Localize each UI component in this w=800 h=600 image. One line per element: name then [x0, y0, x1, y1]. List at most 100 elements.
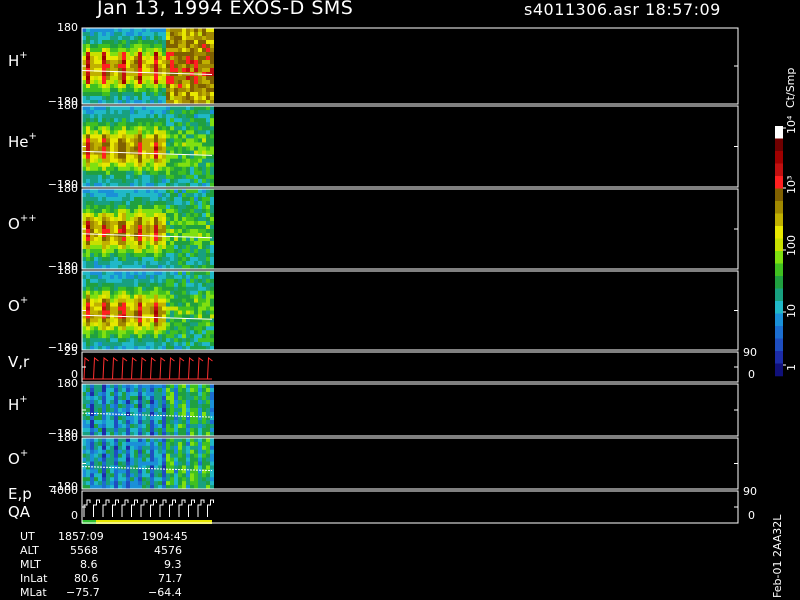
spectrogram-cell [162, 318, 166, 323]
spectrogram-cell [134, 453, 138, 459]
spectrogram-cell [210, 189, 214, 194]
spectrogram-cell [202, 209, 206, 214]
spectrogram-cell [210, 76, 214, 81]
spectrogram-cell [122, 290, 126, 296]
spectrogram-cell [82, 114, 86, 119]
spectrogram-cell [182, 330, 186, 335]
spectrogram-cell [162, 481, 166, 486]
spectrogram-cell [110, 438, 114, 443]
spectrogram-cell [138, 253, 142, 258]
spectrogram-cell [106, 162, 110, 168]
spectrogram-cell [98, 80, 102, 85]
spectrogram-cell [118, 445, 122, 451]
spectrogram-cell [118, 44, 122, 49]
spectrogram-cell [186, 286, 190, 292]
spectrogram-cell [170, 469, 174, 474]
spectrogram-cell [206, 142, 210, 147]
spectrogram-cell [202, 36, 206, 41]
spectrogram-cell [106, 138, 110, 143]
spectrogram-cell [170, 408, 174, 413]
spectrogram-cell [194, 278, 198, 284]
spectrogram-cell [110, 334, 114, 339]
spectrogram-cell [166, 118, 170, 123]
spectrogram-cell [194, 233, 198, 238]
spectrogram-cell [178, 229, 182, 234]
spectrogram-cell [106, 424, 110, 429]
spectrogram-cell [126, 342, 130, 347]
spectrogram-cell [210, 130, 214, 135]
spectrogram-cell [210, 274, 214, 280]
spectrogram-cell [110, 170, 114, 176]
spectrogram-cell [94, 28, 98, 33]
spectrogram-cell [86, 481, 90, 486]
spectrogram-cell [206, 330, 210, 335]
spectrogram-cell [210, 233, 214, 238]
spectrogram-cell [122, 306, 126, 311]
spectrogram-cell [110, 294, 114, 300]
spectrogram-cell [210, 221, 214, 226]
spectrogram-cell [194, 477, 198, 482]
spectrogram-cell [170, 189, 174, 194]
spectrogram-cell [170, 318, 174, 323]
spectrogram-cell [110, 278, 114, 284]
spectrogram-cell [90, 64, 94, 69]
panel-label-qa: QA [8, 503, 31, 521]
spectrogram-cell [118, 310, 122, 315]
spectrogram-cell [170, 106, 174, 111]
spectrogram-cell [146, 306, 150, 311]
spectrogram-cell [118, 158, 122, 164]
spectrogram-cell [138, 445, 142, 451]
spectrogram-cell [82, 453, 86, 459]
colorbar-swatch [775, 263, 783, 277]
spectrogram-cell [94, 400, 98, 405]
spectrogram-cell [110, 392, 114, 397]
spectrogram-cell [190, 130, 194, 135]
spectrogram-cell [206, 174, 210, 180]
spectrogram-cell [134, 404, 138, 409]
spectrogram-cell [110, 322, 114, 327]
spectrogram-cell [170, 32, 174, 37]
spectrogram-cell [166, 245, 170, 250]
spectrogram-cell [174, 154, 178, 160]
spectrogram-cell [166, 424, 170, 429]
spectrogram-cell [138, 330, 142, 335]
spectrogram-cell [134, 134, 138, 139]
spectrogram-cell [146, 158, 150, 164]
spectrogram-cell [126, 278, 130, 284]
spectrogram-cell [102, 52, 106, 57]
spectrogram-cell [210, 36, 214, 41]
spectrogram-cell [138, 146, 142, 151]
spectrogram-cell [102, 396, 106, 401]
spectrogram-cell [122, 241, 126, 246]
spectrogram-cell [170, 420, 174, 425]
spectrogram-cell [190, 306, 194, 311]
spectrogram-cell [142, 88, 146, 93]
spectrogram-cell [190, 189, 194, 194]
spectrogram-cell [114, 274, 118, 280]
spectrogram-cell [122, 461, 126, 466]
spectrogram-cell [206, 302, 210, 307]
spectrogram-cell [130, 461, 134, 466]
spectrogram-cell [146, 154, 150, 160]
spectrogram-cell [90, 249, 94, 254]
spectrogram-cell [154, 400, 158, 405]
spectrogram-cell [118, 193, 122, 198]
spectrogram-cell [118, 162, 122, 168]
spectrogram-cell [206, 36, 210, 41]
spectrogram-cell [98, 134, 102, 139]
spectrogram-cell [202, 445, 206, 451]
spectrogram-cell [114, 477, 118, 482]
spectrogram-cell [166, 72, 170, 77]
spectrogram-cell [106, 449, 110, 455]
spectrogram-cell [82, 278, 86, 284]
spectrogram-cell [194, 396, 198, 401]
spectrogram-cell [106, 197, 110, 202]
spectrogram-cell [210, 424, 214, 429]
spectrogram-cell [102, 233, 106, 238]
spectrogram-cell [90, 326, 94, 331]
spectrogram-cell [170, 122, 174, 127]
spectrogram-cell [106, 28, 110, 33]
spectrogram-cell [138, 396, 142, 401]
spectrogram-cell [170, 400, 174, 405]
spectrogram-cell [166, 138, 170, 143]
